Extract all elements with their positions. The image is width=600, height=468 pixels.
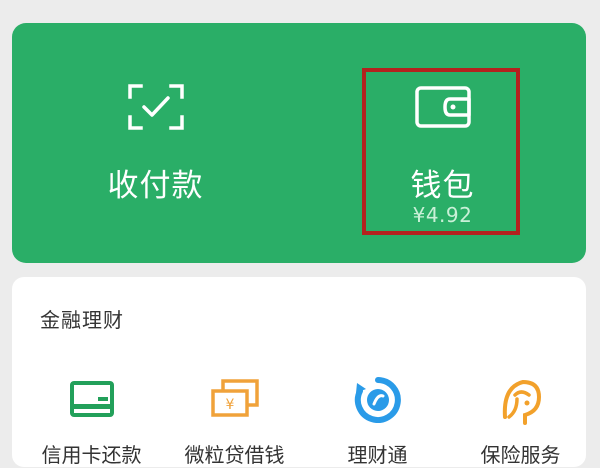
finance-section: 金融理财 信用卡还款 ¥ 微粒贷借钱 理财通 保险服务 xyxy=(12,277,586,467)
credit-card-icon xyxy=(68,377,116,425)
pay-receive-button[interactable]: 收付款 xyxy=(12,23,299,263)
cash-stack-icon: ¥ xyxy=(209,377,261,425)
umbrella-person-icon xyxy=(497,377,545,431)
pay-receive-label: 收付款 xyxy=(107,168,204,204)
insurance-service-label: 保险服务 xyxy=(480,443,561,467)
wallet-highlight-annotation xyxy=(362,68,520,235)
licaitong-label: 理财通 xyxy=(347,443,408,467)
scan-check-icon xyxy=(127,83,185,135)
credit-card-repay-label: 信用卡还款 xyxy=(41,443,142,467)
wealth-refresh-icon xyxy=(354,377,402,427)
finance-section-title: 金融理财 xyxy=(40,308,124,332)
weilidai-loan-label: 微粒贷借钱 xyxy=(184,443,285,467)
svg-text:¥: ¥ xyxy=(225,397,234,413)
